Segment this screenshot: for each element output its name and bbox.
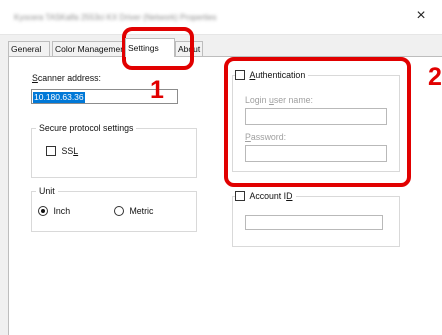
metric-radio[interactable] (114, 205, 124, 216)
inch-radio[interactable] (38, 205, 48, 216)
ssl-checkbox[interactable] (46, 145, 56, 156)
unit-inch-option[interactable]: Inch (38, 205, 70, 216)
unit-legend: Unit (36, 186, 58, 197)
tab-settings[interactable]: Settings (125, 38, 175, 57)
close-icon[interactable]: × (412, 7, 430, 25)
account-id-checkbox[interactable] (235, 190, 245, 201)
metric-label: Metric (129, 205, 154, 216)
unit-metric-option[interactable]: Metric (114, 205, 153, 216)
tab-general[interactable]: General (8, 41, 50, 56)
window-title: Kyocera TASKalfa 2553ci KX Driver (Netwo… (14, 13, 217, 22)
tab-color-management[interactable]: Color Management (52, 41, 125, 56)
account-id-label: Account ID (249, 190, 293, 201)
account-id-option[interactable]: Account ID (235, 190, 296, 201)
ssl-label: SSL (61, 145, 79, 156)
scanner-address-label: Scanner address: (32, 73, 101, 83)
callout-number-2: 2 (428, 63, 442, 91)
account-id-input[interactable] (245, 215, 383, 230)
callout-number-1: 1 (150, 76, 164, 104)
inch-label: Inch (53, 205, 71, 216)
scanner-address-value: 10.180.63.36 (33, 92, 85, 103)
ssl-option[interactable]: SSL (46, 145, 78, 156)
title-bar: Kyocera TASKalfa 2553ci KX Driver (Netwo… (0, 0, 442, 35)
secure-protocol-legend: Secure protocol settings (36, 123, 137, 134)
callout-box-2 (224, 57, 411, 187)
